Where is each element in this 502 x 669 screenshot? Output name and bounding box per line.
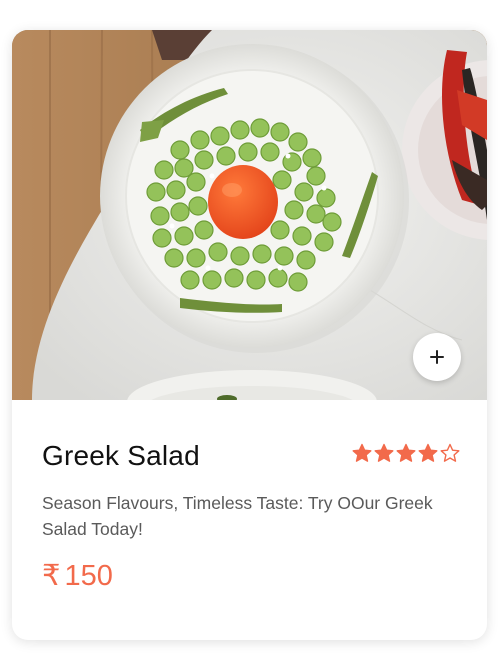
star-filled-icon — [418, 443, 438, 462]
add-to-cart-button[interactable] — [413, 333, 461, 381]
product-price: ₹ 150 — [42, 558, 113, 593]
currency-symbol: ₹ — [42, 560, 61, 592]
rating-stars — [352, 443, 460, 463]
product-info: Greek Salad Season Flavours, Timeless Ta… — [12, 400, 487, 640]
star-filled-icon — [374, 443, 394, 462]
product-description: Season Flavours, Timeless Taste: Try OOu… — [42, 493, 433, 539]
price-value: 150 — [64, 560, 113, 592]
product-title: Greek Salad — [42, 440, 200, 471]
star-filled-icon — [352, 443, 372, 462]
product-card[interactable]: Greek Salad Season Flavours, Timeless Ta… — [12, 30, 487, 640]
star-filled-icon — [396, 443, 416, 462]
plus-icon — [430, 350, 444, 364]
star-outline-icon — [440, 443, 460, 462]
